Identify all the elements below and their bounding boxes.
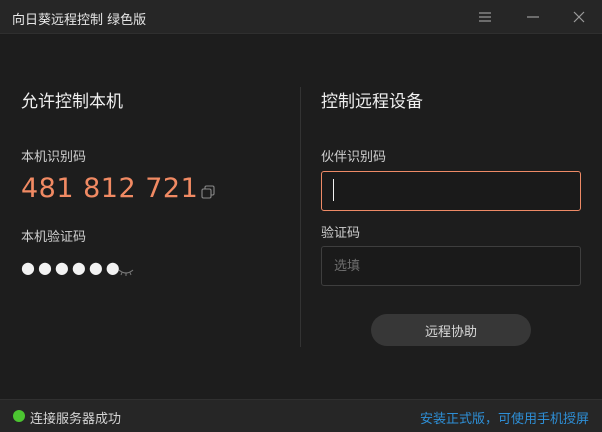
minimize-button[interactable] [510,0,556,34]
local-id-label: 本机识别码 [21,150,87,165]
local-id-value: 481 812 721 [21,173,199,204]
local-password-value: ●●●●●● [21,258,123,277]
control-remote-title: 控制远程设备 [321,92,423,112]
remote-assist-button[interactable]: 远程协助 [371,314,531,346]
window-title: 向日葵远程控制 绿色版 [12,13,147,28]
panel-divider [300,87,301,347]
verify-code-label: 验证码 [321,226,361,241]
menu-button[interactable] [462,0,508,34]
copy-icon[interactable] [200,184,216,200]
status-bar: 连接服务器成功 安装正式版，可使用手机授屏 [0,399,602,432]
install-full-version-link[interactable]: 安装正式版，可使用手机授屏 [420,408,589,427]
main-panel: 允许控制本机 本机识别码 481 812 721 本机验证码 ●●●●●● 控制… [0,35,602,399]
connection-status-text: 连接服务器成功 [30,412,122,427]
status-dot-icon [13,410,25,422]
eye-hidden-icon[interactable] [118,262,134,276]
text-caret [333,179,334,201]
title-bar: 向日葵远程控制 绿色版 [0,0,602,34]
local-password-label: 本机验证码 [21,230,87,245]
partner-id-label: 伙伴识别码 [321,150,387,165]
allow-control-title: 允许控制本机 [21,92,123,112]
close-button[interactable] [556,0,602,34]
verify-code-input[interactable] [321,246,581,286]
minimize-icon [527,16,539,18]
partner-id-input[interactable] [321,171,581,211]
menu-icon [479,12,491,22]
close-icon [573,11,585,23]
